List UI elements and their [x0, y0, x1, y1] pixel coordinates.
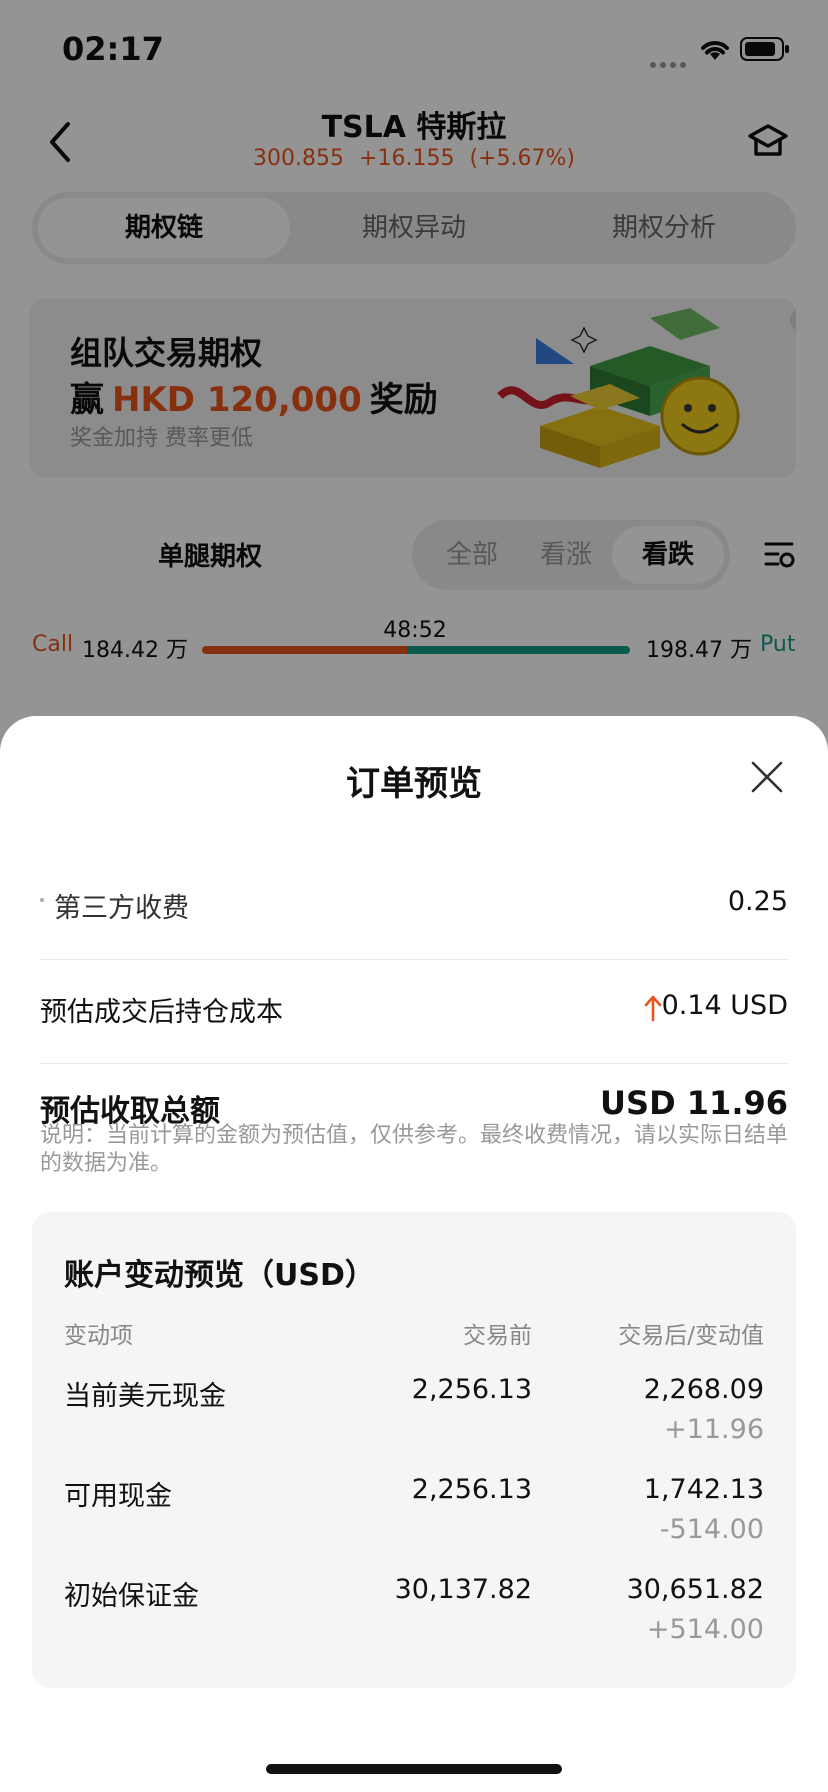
total-charge-value: USD 11.96	[600, 1084, 788, 1122]
account-preview-title: 账户变动预览（USD）	[64, 1258, 375, 1293]
position-cost-value: 0.14 USD	[661, 990, 788, 1021]
third-party-fee-row: 第三方收费 0.25	[40, 856, 788, 960]
sheet-title: 订单预览	[346, 764, 482, 804]
account-row-initial-margin: 初始保证金 30,137.82 30,651.82 +514.00	[32, 1574, 796, 1674]
bullet-dot	[40, 898, 44, 902]
estimate-note: 说明：当前计算的金额为预估值，仅供参考。最终收费情况，请以实际日结单的数据为准。	[40, 1123, 789, 1176]
account-item-before: 30,137.82	[394, 1574, 532, 1605]
account-row-usd-cash: 当前美元现金 2,256.13 2,268.09 +11.96	[32, 1374, 796, 1474]
account-item-delta: -514.00	[659, 1514, 764, 1545]
column-header-item: 变动项	[64, 1323, 133, 1349]
account-item-name: 可用现金	[64, 1481, 172, 1512]
order-preview-sheet: 订单预览 第三方收费 0.25 预估成交后持仓成本 0.14 USD 预估收取总…	[0, 716, 828, 1792]
account-item-before: 2,256.13	[411, 1474, 532, 1505]
third-party-fee-label: 第三方收费	[54, 893, 189, 924]
column-header-before: 交易前	[463, 1323, 532, 1349]
account-item-after: 30,651.82	[626, 1574, 764, 1605]
account-item-after: 2,268.09	[643, 1374, 764, 1405]
account-item-delta: +11.96	[664, 1414, 764, 1445]
arrow-up-icon	[644, 995, 662, 1022]
close-icon[interactable]	[750, 760, 784, 794]
home-indicator[interactable]	[266, 1764, 562, 1774]
account-change-preview: 账户变动预览（USD） 变动项 交易前 交易后/变动值 当前美元现金 2,256…	[32, 1212, 796, 1688]
account-item-name: 当前美元现金	[64, 1381, 226, 1412]
account-item-after: 1,742.13	[643, 1474, 764, 1505]
account-row-available-cash: 可用现金 2,256.13 1,742.13 -514.00	[32, 1474, 796, 1574]
account-item-name: 初始保证金	[64, 1581, 199, 1612]
column-header-after: 交易后/变动值	[618, 1323, 764, 1349]
position-cost-label: 预估成交后持仓成本	[40, 997, 283, 1028]
position-cost-row: 预估成交后持仓成本 0.14 USD	[40, 960, 788, 1064]
account-item-delta: +514.00	[646, 1614, 764, 1645]
third-party-fee-value: 0.25	[727, 886, 788, 917]
account-item-before: 2,256.13	[411, 1374, 532, 1405]
